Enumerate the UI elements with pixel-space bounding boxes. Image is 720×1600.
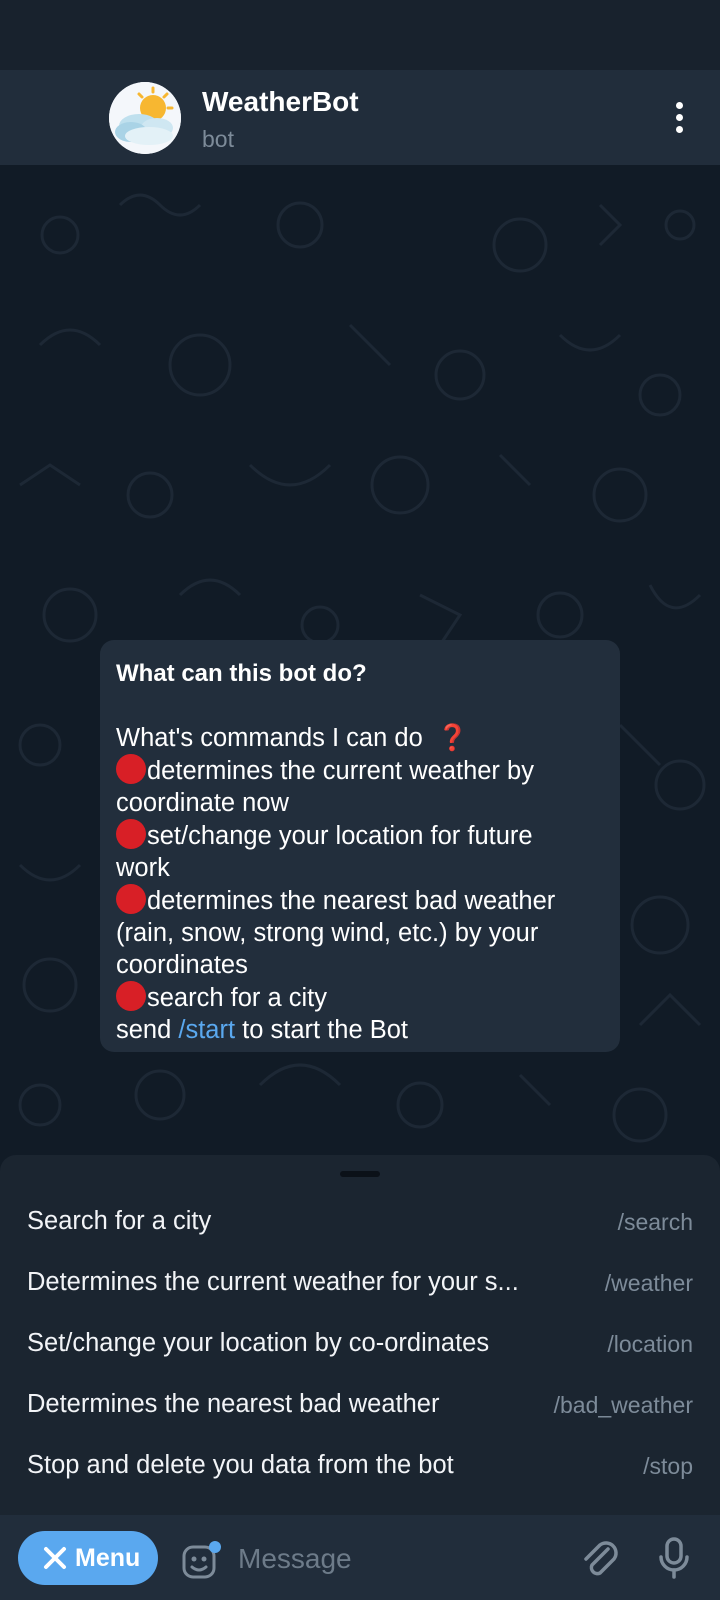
close-icon — [44, 1547, 66, 1569]
more-vertical-icon[interactable] — [664, 102, 694, 136]
menu-button[interactable]: Menu — [18, 1531, 158, 1585]
bubble-line: set/change your location for future — [116, 819, 604, 852]
command-description: Search for a city — [27, 1207, 212, 1235]
command-item-location[interactable]: Set/change your location by co-ordinates… — [27, 1321, 693, 1371]
bubble-line: work — [116, 854, 170, 882]
sun-cloud-avatar-icon[interactable] — [109, 82, 181, 154]
red-circle-emoji — [116, 884, 146, 914]
bubble-line: determines the nearest bad weather — [116, 884, 604, 917]
bubble-line: What's commands I can do ❓ — [116, 724, 469, 752]
bubble-line: coordinates — [116, 951, 248, 979]
message-input-bar: Menu Message — [0, 1515, 720, 1600]
command-name: /location — [607, 1331, 693, 1357]
command-item-bad-weather[interactable]: Determines the nearest bad weather /bad_… — [27, 1382, 693, 1432]
red-circle-emoji — [116, 981, 146, 1011]
status-bar — [0, 0, 720, 70]
start-command-link[interactable]: /start — [178, 1016, 235, 1044]
bot-description-bubble: What can this bot do? What's commands I … — [100, 640, 620, 1052]
command-item-weather[interactable]: Determines the current weather for your … — [27, 1260, 693, 1310]
command-name: /stop — [643, 1453, 693, 1479]
bubble-line: send /start to start the Bot — [116, 1016, 408, 1044]
red-circle-emoji — [116, 819, 146, 849]
command-name: /bad_weather — [553, 1392, 693, 1418]
chat-subtitle: bot — [202, 126, 234, 152]
chat-header[interactable]: WeatherBot bot — [0, 70, 720, 165]
red-circle-emoji — [116, 754, 146, 784]
sheet-drag-handle[interactable] — [340, 1171, 380, 1177]
sticker-icon[interactable] — [180, 1539, 222, 1581]
bubble-line: search for a city — [116, 981, 604, 1014]
message-input[interactable]: Message — [238, 1543, 352, 1575]
command-name: /search — [617, 1209, 693, 1235]
command-description: Set/change your location by co-ordinates — [27, 1329, 490, 1357]
bubble-heading: What can this bot do? — [116, 660, 367, 687]
red-question-mark-emoji: ❓ — [436, 724, 469, 752]
bubble-line: (rain, snow, strong wind, etc.) by your — [116, 919, 539, 947]
command-description: Determines the nearest bad weather — [27, 1390, 440, 1418]
menu-button-label: Menu — [75, 1544, 141, 1572]
bubble-line: determines the current weather by — [116, 754, 604, 787]
command-item-stop[interactable]: Stop and delete you data from the bot /s… — [27, 1443, 693, 1493]
command-description: Stop and delete you data from the bot — [27, 1451, 454, 1479]
command-item-search[interactable]: Search for a city /search — [27, 1199, 693, 1249]
command-description: Determines the current weather for your … — [27, 1268, 519, 1296]
bot-commands-sheet: Search for a city /search Determines the… — [0, 1155, 720, 1515]
chat-title[interactable]: WeatherBot — [202, 86, 359, 118]
microphone-icon[interactable] — [654, 1535, 694, 1581]
bubble-line: coordinate now — [116, 789, 289, 817]
paperclip-icon[interactable] — [578, 1535, 620, 1581]
command-name: /weather — [604, 1270, 693, 1296]
